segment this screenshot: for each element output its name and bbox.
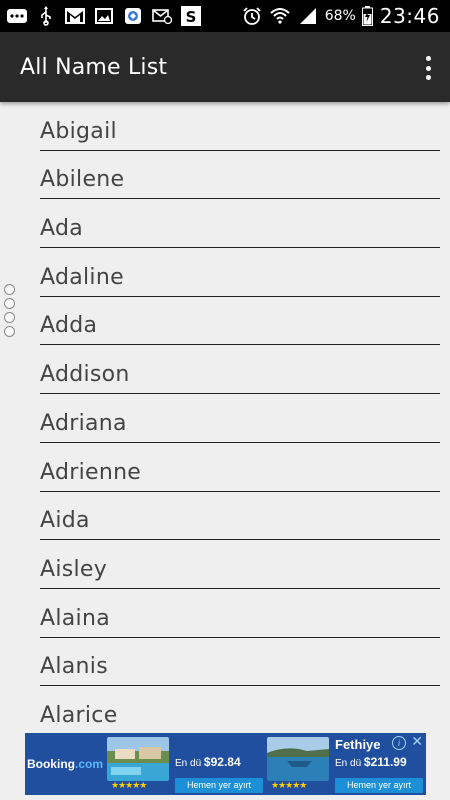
booking-logo[interactable]: Booking .com: [25, 733, 105, 795]
list-item-name: Alaina: [40, 605, 110, 631]
list-item[interactable]: Abigail: [40, 102, 440, 151]
price-line: En dü $92.84: [175, 755, 241, 769]
wifi-icon: [269, 6, 291, 26]
list-item-name: Adrienne: [40, 459, 142, 485]
list-item-name: Adriana: [40, 410, 127, 436]
notification-icons: S: [0, 6, 202, 26]
mail-icon: [151, 6, 173, 26]
booking-logo-suffix: .com: [74, 757, 103, 771]
side-index[interactable]: [4, 284, 18, 337]
resort-photo: [107, 737, 169, 781]
overflow-menu-dot: [425, 56, 431, 61]
battery-percent: 68%: [324, 8, 356, 24]
overflow-menu-dot: [425, 75, 431, 80]
list-item-name: Addison: [40, 362, 130, 388]
list-item[interactable]: Addison: [40, 346, 440, 395]
usb-icon: [35, 6, 57, 26]
list-item-name: Alarice: [40, 703, 118, 729]
clock: 23:46: [379, 4, 440, 28]
list-item[interactable]: Aida: [40, 492, 440, 541]
book-now-button[interactable]: Hemen yer ayırt: [335, 778, 423, 793]
list-item-name: Adda: [40, 313, 98, 339]
coast-photo: [267, 737, 329, 781]
price-prefix: En dü: [335, 758, 362, 769]
book-now-button[interactable]: Hemen yer ayırt: [175, 778, 263, 793]
page-title: All Name List: [20, 54, 168, 80]
svg-text:S: S: [186, 8, 197, 26]
list-item[interactable]: Alarice: [40, 686, 440, 732]
list-item[interactable]: Adda: [40, 297, 440, 346]
list-item-name: Aida: [40, 508, 90, 534]
index-dot[interactable]: [4, 326, 15, 337]
ad-close-icon[interactable]: ✕: [411, 734, 423, 750]
list-item[interactable]: Alaina: [40, 589, 440, 638]
index-dot[interactable]: [4, 298, 15, 309]
app-bar: All Name List: [0, 32, 450, 102]
list-item[interactable]: Adriana: [40, 394, 440, 443]
booking-logo-text: Booking: [26, 757, 75, 771]
rating-stars: ★★★★★: [111, 781, 147, 791]
list-item-name: Abigail: [40, 118, 117, 144]
list-item[interactable]: Ada: [40, 199, 440, 249]
list-item-name: Aisley: [40, 556, 108, 582]
list-item[interactable]: Abilene: [40, 151, 440, 200]
status-bar: S 68% 23:46: [0, 0, 450, 32]
price-prefix: En dü: [175, 758, 202, 769]
s-app-icon: S: [180, 6, 202, 26]
rating-stars: ★★★★★: [271, 781, 307, 791]
list-item-name: Ada: [40, 216, 84, 242]
list-item-name: Alanis: [40, 654, 108, 680]
ad-info-icon[interactable]: i: [392, 736, 406, 750]
app-icon: [122, 6, 144, 26]
index-dot[interactable]: [4, 312, 15, 323]
alarm-icon: [241, 6, 263, 26]
list-item-name: Abilene: [40, 167, 125, 193]
name-list[interactable]: Abigail Abilene Ada Adaline Adda Addison Adria…: [0, 102, 450, 732]
price-value: $211.99: [363, 755, 407, 769]
price-line: En dü $211.99: [335, 755, 407, 769]
list-item[interactable]: Adrienne: [40, 443, 440, 492]
list-item[interactable]: Aisley: [40, 540, 440, 589]
ad-offer-card[interactable]: ★★★★★ En dü $92.84 Hemen yer ayırt: [107, 733, 267, 795]
list-item[interactable]: Alanis: [40, 638, 440, 687]
overflow-menu-icon[interactable]: [420, 54, 436, 82]
image-icon: [93, 6, 115, 26]
battery-icon: [362, 6, 374, 26]
ad-banner[interactable]: Booking .com ★★★★★ En dü $92.84 Hemen yer…: [25, 733, 426, 795]
index-dot[interactable]: [4, 284, 15, 295]
more-icon: [6, 6, 28, 26]
destination-headline: Fethiye: [335, 737, 381, 752]
gmail-icon: [64, 6, 86, 26]
list-item[interactable]: Adaline: [40, 248, 440, 297]
signal-icon: [297, 6, 319, 26]
overflow-menu-dot: [425, 65, 431, 71]
system-status: 68% 23:46: [241, 0, 440, 32]
list-item-name: Adaline: [40, 264, 124, 290]
price-value: $92.84: [203, 755, 241, 769]
